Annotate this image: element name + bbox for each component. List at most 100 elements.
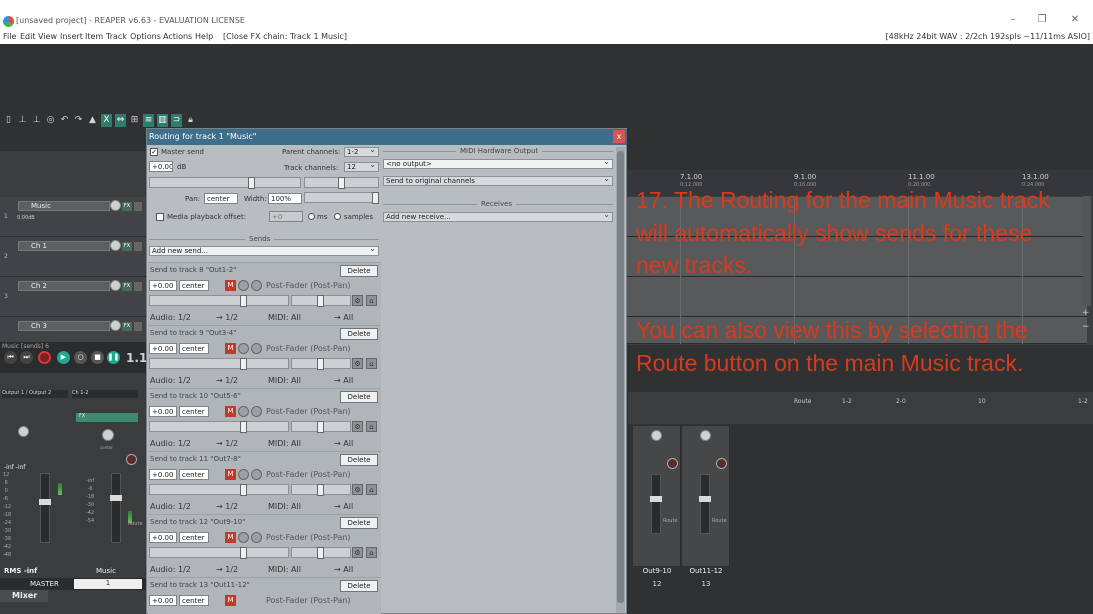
send-mode-select[interactable]: Post-Fader (Post-Pan) — [266, 595, 351, 606]
route-label[interactable]: 1-2 — [842, 398, 852, 405]
send-mute-button[interactable]: M — [225, 343, 236, 354]
phase-invert-icon[interactable] — [238, 532, 249, 543]
menu-help[interactable]: Help — [195, 32, 213, 41]
redo-icon[interactable]: ↷ — [73, 114, 84, 127]
maximize-button[interactable]: ❐ — [1034, 14, 1050, 25]
phase-invert-icon[interactable] — [238, 343, 249, 354]
send-envelope-icon[interactable]: ⚙ — [352, 484, 363, 495]
track-name[interactable]: Ch 2 — [18, 281, 110, 291]
master-send-checkbox[interactable]: ✓ — [150, 148, 158, 156]
master-volume-slider[interactable] — [149, 177, 301, 189]
io-button[interactable] — [134, 282, 142, 291]
route-label[interactable]: 2-0 — [896, 398, 906, 405]
send-midi-dest[interactable]: → All — [334, 313, 353, 322]
track-row[interactable]: Ch 1 FX 2 — [0, 237, 146, 277]
send-mode-select[interactable]: Post-Fader (Post-Pan) — [266, 469, 351, 480]
play-icon[interactable]: ▶ — [57, 351, 70, 364]
send-midi-dest[interactable]: → All — [334, 376, 353, 385]
send-audio-dest[interactable]: → 1/2 — [216, 565, 238, 574]
volume-fader[interactable] — [651, 474, 661, 534]
delete-send-button[interactable]: Delete — [340, 517, 378, 529]
menu-view[interactable]: View — [38, 32, 57, 41]
routing-close-button[interactable]: x — [613, 130, 625, 143]
delete-send-button[interactable]: Delete — [340, 265, 378, 277]
parent-channels-select[interactable]: 1-2 — [344, 147, 379, 157]
record-arm-button[interactable] — [667, 458, 678, 469]
master-fader[interactable] — [40, 473, 50, 543]
loop-toggle-icon[interactable]: ○ — [74, 351, 87, 364]
send-mode-select[interactable]: Post-Fader (Post-Pan) — [266, 280, 351, 291]
route-label[interactable]: Route — [712, 518, 727, 524]
open-icon[interactable]: ⊥ — [17, 114, 28, 127]
send-pan-slider[interactable] — [291, 484, 351, 496]
add-send-select[interactable]: Add new send... — [149, 246, 379, 256]
send-mode-select[interactable]: Post-Fader (Post-Pan) — [266, 406, 351, 417]
track-row[interactable]: Ch 2 FX 3 — [0, 277, 146, 317]
delete-send-button[interactable]: Delete — [340, 454, 378, 466]
midi-channel-select[interactable]: Send to original channels — [383, 176, 613, 186]
menu-options[interactable]: Options — [130, 32, 161, 41]
send-mute-button[interactable]: M — [225, 532, 236, 543]
envelope-icon[interactable]: ⊃ — [171, 114, 182, 127]
mixer-strip-out9-10[interactable]: Route — [633, 426, 681, 566]
pause-icon[interactable]: ❚❚ — [107, 351, 120, 364]
music-record-arm-button[interactable] — [126, 454, 137, 465]
send-midi-source[interactable]: MIDI: All — [268, 502, 301, 511]
mono-stereo-icon[interactable] — [251, 406, 262, 417]
volume-knob[interactable] — [110, 200, 121, 211]
send-midi-source[interactable]: MIDI: All — [268, 376, 301, 385]
audio-status[interactable]: [48kHz 24bit WAV : 2/2ch 192spls ~11/11m… — [886, 32, 1090, 41]
menu-item[interactable]: Item — [85, 32, 103, 41]
phase-invert-icon[interactable] — [238, 406, 249, 417]
send-automation-icon[interactable]: ⌂ — [366, 547, 377, 558]
io-button[interactable] — [134, 242, 142, 251]
master-volume-input[interactable]: +0.00 — [149, 161, 173, 172]
send-pan-input[interactable]: center — [179, 469, 209, 480]
send-audio-dest[interactable]: → 1/2 — [216, 502, 238, 511]
music-fx-slot[interactable]: FX — [76, 413, 138, 422]
send-pan-slider[interactable] — [291, 358, 351, 370]
music-fader[interactable] — [111, 473, 121, 543]
save-icon[interactable]: ⊥ — [31, 114, 42, 127]
send-volume-input[interactable]: +0.00 — [149, 469, 177, 480]
send-envelope-icon[interactable]: ⚙ — [352, 421, 363, 432]
master-output-selector[interactable]: Output 1 / Output 2 — [2, 390, 68, 398]
zoom-in-icon[interactable]: + — [1082, 308, 1090, 318]
send-volume-slider[interactable] — [149, 358, 289, 370]
volume-knob[interactable] — [110, 240, 121, 251]
send-midi-source[interactable]: MIDI: All — [268, 313, 301, 322]
width-input[interactable]: 100% — [268, 193, 302, 204]
send-audio-source[interactable]: Audio: 1/2 — [150, 439, 191, 448]
send-volume-input[interactable]: +0.00 — [149, 595, 177, 606]
route-label[interactable]: Route — [794, 398, 811, 405]
fx-button[interactable]: FX — [122, 282, 132, 291]
track-name[interactable]: Ch 3 — [18, 321, 110, 331]
volume-fader-handle[interactable] — [650, 496, 662, 502]
pan-knob[interactable] — [651, 430, 662, 441]
route-label[interactable]: Route — [663, 518, 678, 524]
delete-send-button[interactable]: Delete — [340, 580, 378, 592]
loop-icon[interactable]: ⇔ — [115, 114, 126, 127]
send-midi-dest[interactable]: → All — [334, 439, 353, 448]
music-input-selector[interactable]: Ch 1-2 — [72, 390, 138, 398]
send-pan-input[interactable]: center — [179, 343, 209, 354]
send-envelope-icon[interactable]: ⚙ — [352, 547, 363, 558]
send-midi-dest[interactable]: → All — [334, 502, 353, 511]
send-volume-slider[interactable] — [149, 547, 289, 559]
width-slider[interactable] — [304, 192, 379, 204]
media-playback-checkbox[interactable] — [156, 213, 164, 221]
fx-button[interactable]: FX — [122, 202, 132, 211]
midi-output-select[interactable]: <no output> — [383, 159, 613, 169]
send-mode-select[interactable]: Post-Fader (Post-Pan) — [266, 532, 351, 543]
mixer-tab[interactable]: Mixer — [0, 590, 48, 602]
mono-stereo-icon[interactable] — [251, 532, 262, 543]
menu-actions[interactable]: Actions — [163, 32, 192, 41]
send-pan-input[interactable]: center — [179, 406, 209, 417]
mono-stereo-icon[interactable] — [251, 469, 262, 480]
delete-send-button[interactable]: Delete — [340, 328, 378, 340]
send-pan-slider[interactable] — [291, 295, 351, 307]
volume-fader-handle[interactable] — [699, 496, 711, 502]
track-row[interactable]: Music FX 1 0.00dB — [0, 197, 146, 237]
send-volume-slider[interactable] — [149, 484, 289, 496]
ms-radio[interactable] — [308, 213, 315, 220]
